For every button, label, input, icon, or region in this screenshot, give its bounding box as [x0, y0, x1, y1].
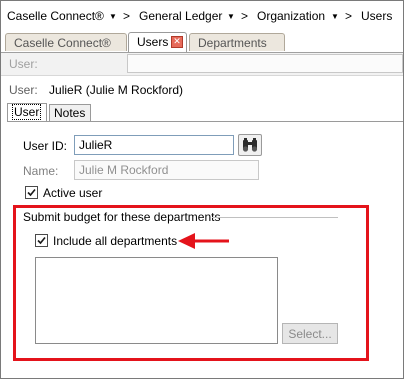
user-summary-key: User:: [9, 83, 38, 97]
user-filter-label: User:: [9, 57, 38, 71]
user-filter-row: User:: [1, 53, 403, 76]
breadcrumb-separator: >: [241, 9, 249, 23]
tab-caselle-connect[interactable]: Caselle Connect®: [5, 33, 127, 51]
user-id-field[interactable]: JulieR: [74, 135, 234, 155]
tab-departments[interactable]: Departments: [189, 33, 285, 51]
user-id-label: User ID:: [23, 139, 68, 153]
breadcrumb-item-caselle-connect[interactable]: Caselle Connect®: [7, 9, 104, 23]
breadcrumb-label: Users: [361, 9, 393, 23]
tab-label: Departments: [198, 36, 267, 50]
name-label: Name:: [23, 164, 59, 178]
active-user-checkbox[interactable]: [25, 186, 38, 199]
highlight-box: [13, 205, 369, 361]
breadcrumb-separator: >: [345, 9, 353, 23]
breadcrumb-label: Organization: [257, 9, 326, 23]
binoculars-icon: [242, 138, 258, 152]
tab-users[interactable]: Users ✕: [128, 32, 187, 52]
breadcrumb-item-users[interactable]: Users: [361, 9, 392, 23]
tab-user[interactable]: User: [7, 103, 47, 121]
breadcrumb-dropdown-caret-icon[interactable]: ▼: [109, 9, 117, 23]
breadcrumb-item-general-ledger[interactable]: General Ledger: [139, 9, 222, 23]
active-user-label: Active user: [43, 186, 103, 200]
breadcrumb: Caselle Connect® ▼ > General Ledger ▼ > …: [1, 1, 403, 31]
breadcrumb-label: Caselle Connect®: [7, 9, 104, 23]
breadcrumb-label: General Ledger: [139, 9, 223, 23]
breadcrumb-separator: >: [123, 9, 131, 23]
close-tab-icon[interactable]: ✕: [171, 36, 183, 48]
tab-notes[interactable]: Notes: [49, 104, 91, 121]
user-filter-input[interactable]: [127, 54, 403, 73]
tab-label: User: [12, 104, 42, 120]
tab-label: Users: [137, 35, 169, 49]
red-arrow-icon: [178, 233, 229, 249]
window-frame: Caselle Connect® ▼ > General Ledger ▼ > …: [0, 0, 404, 379]
user-summary: User: JulieR (Julie M Rockford): [9, 83, 183, 97]
name-field[interactable]: Julie M Rockford: [74, 160, 259, 180]
find-user-button[interactable]: [238, 134, 262, 156]
tab-label: Caselle Connect®: [14, 36, 111, 50]
breadcrumb-dropdown-caret-icon[interactable]: ▼: [331, 9, 339, 23]
document-tab-strip: Caselle Connect® Users ✕ Departments: [1, 31, 403, 53]
detail-tab-strip: User Notes: [7, 103, 403, 122]
tab-label: Notes: [54, 106, 86, 120]
breadcrumb-dropdown-caret-icon[interactable]: ▼: [227, 9, 235, 23]
breadcrumb-item-organization[interactable]: Organization: [257, 9, 325, 23]
checkmark-icon: [27, 188, 36, 197]
user-summary-value: JulieR (Julie M Rockford): [49, 83, 184, 97]
